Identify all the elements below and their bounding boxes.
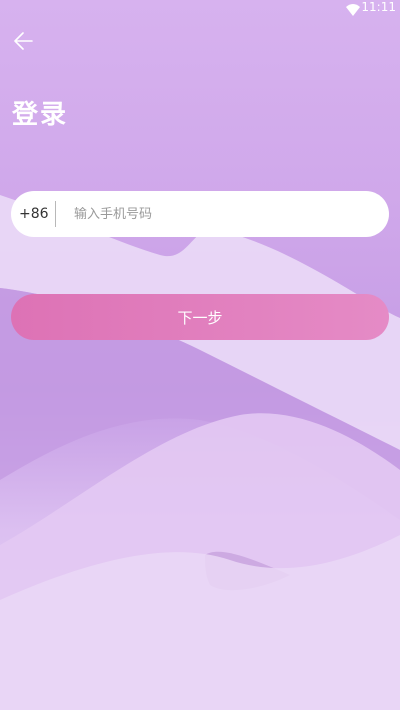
wifi-icon [346,1,360,16]
phone-input[interactable] [74,206,389,222]
status-time: 11:11 [361,0,396,14]
back-button[interactable] [10,30,36,56]
arrow-left-icon [13,32,33,54]
status-bar: 11:11 [0,0,400,16]
phone-input-row: +86 [11,191,389,237]
input-divider [55,201,56,227]
next-button[interactable]: 下一步 [11,294,389,340]
country-code[interactable]: +86 [19,206,53,222]
page-title: 登录 [12,100,69,130]
